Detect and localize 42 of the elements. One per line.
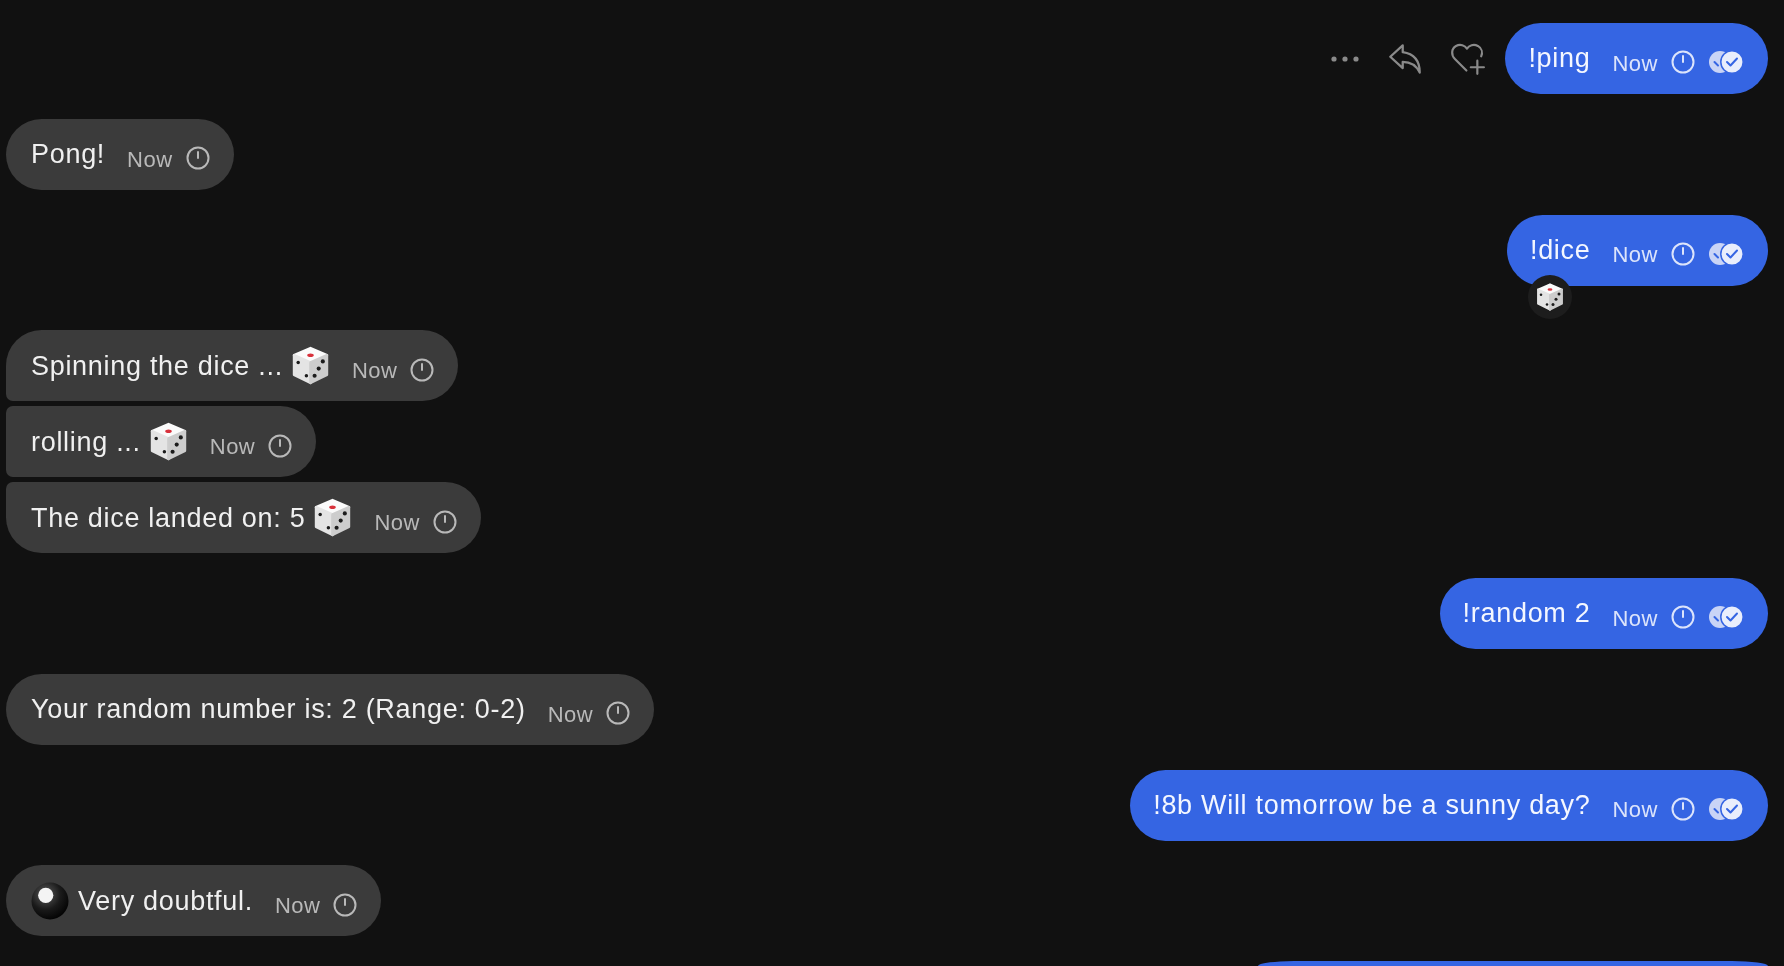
clock-icon	[185, 146, 210, 171]
message-text: !dice	[1529, 233, 1591, 267]
double-check-icon	[1708, 797, 1744, 821]
message-text: Pong!	[31, 138, 106, 171]
timestamp: Now	[1612, 49, 1658, 78]
clock-icon	[1671, 797, 1695, 821]
dice-icon	[148, 422, 188, 462]
reply-icon[interactable]	[1388, 42, 1423, 75]
clock-icon	[1671, 242, 1695, 266]
timestamp: Now	[274, 892, 321, 920]
clock-icon	[432, 509, 457, 534]
message-text: !8b Will tomorrow be a sunny day?	[1153, 788, 1591, 822]
timestamp: Now	[209, 433, 256, 461]
message-text: !random 2	[1462, 597, 1591, 630]
dice-icon	[313, 498, 353, 538]
double-check-icon	[1708, 242, 1744, 266]
clock-icon	[1671, 605, 1695, 630]
message-text: Very doubtful.	[78, 884, 253, 917]
timestamp: Now	[547, 700, 594, 728]
dice-reaction-icon[interactable]	[1527, 274, 1572, 319]
double-check-icon	[1708, 50, 1744, 75]
message-text: rolling ...	[31, 425, 141, 458]
timestamp: Now	[1612, 796, 1658, 824]
clock-icon	[1671, 50, 1695, 75]
clock-icon	[410, 357, 435, 382]
clock-icon	[606, 701, 631, 726]
timestamp: Now	[127, 145, 173, 173]
pool-ball-icon	[31, 881, 69, 920]
timestamp: Now	[351, 357, 398, 385]
more-icon[interactable]	[1330, 54, 1361, 63]
dice-icon	[290, 346, 330, 386]
clock-icon	[268, 433, 293, 458]
timestamp: Now	[374, 509, 420, 537]
timestamp: Now	[1612, 604, 1658, 633]
message-text: The dice landed on: 5	[31, 501, 306, 534]
double-check-icon	[1708, 605, 1744, 630]
clock-icon	[333, 892, 358, 917]
heart-plus-icon[interactable]	[1450, 42, 1486, 75]
message-text: !ping	[1528, 42, 1591, 75]
message-text: Spinning the dice ...	[31, 349, 283, 382]
timestamp: Now	[1612, 241, 1658, 269]
message-text: Your random number is: 2 (Range: 0-2)	[31, 693, 526, 726]
